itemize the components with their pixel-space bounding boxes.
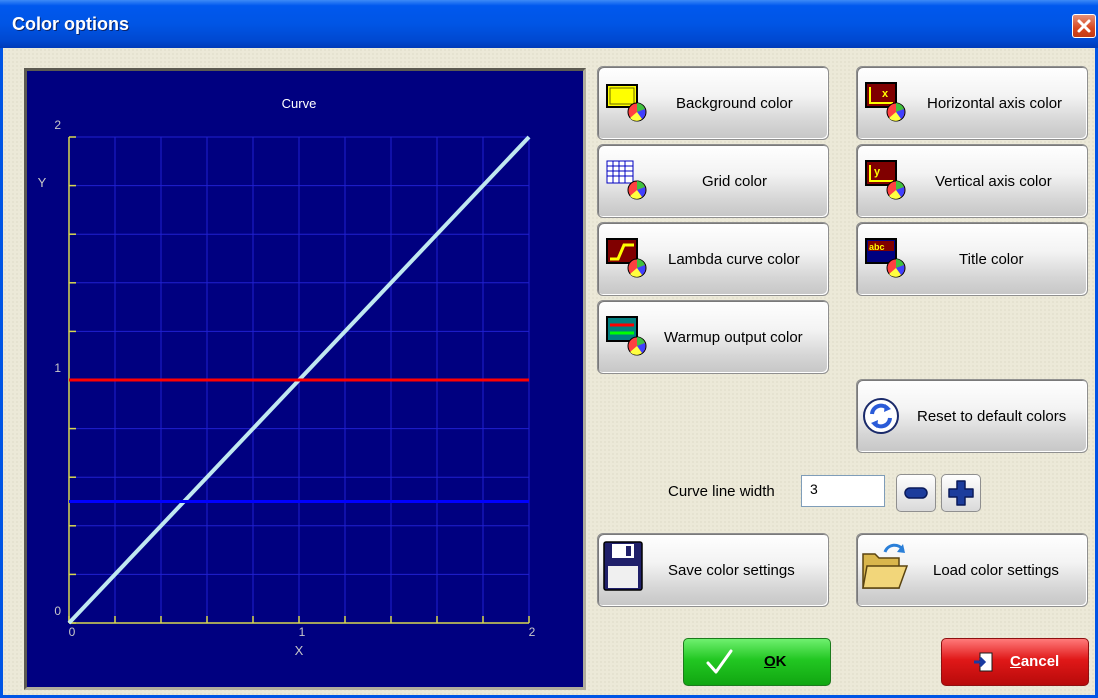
reset-default-colors-label: Reset to default colors <box>917 407 1067 425</box>
background-color-icon <box>606 84 647 122</box>
open-folder-icon <box>862 543 909 589</box>
warmup-output-color-icon <box>606 316 647 356</box>
title-color-label: Title color <box>959 250 1024 268</box>
ok-button[interactable]: OK <box>683 638 831 686</box>
warmup-output-color-button[interactable]: Warmup output color <box>597 300 829 374</box>
ok-label: OK <box>764 653 787 670</box>
horizontal-axis-color-label: Horizontal axis color <box>927 94 1063 112</box>
curve-chart: Curve X Y 0 1 2 0 1 2 <box>38 96 536 658</box>
svg-text:y: y <box>874 166 881 178</box>
close-button[interactable] <box>1072 14 1096 38</box>
plus-icon <box>948 480 974 506</box>
minus-icon <box>904 487 928 499</box>
floppy-disk-icon <box>603 541 643 591</box>
close-icon <box>1077 19 1091 33</box>
background-color-label: Background color <box>676 94 793 112</box>
title-color-icon: abc <box>865 238 906 278</box>
grid-color-label: Grid color <box>702 172 768 190</box>
lambda-curve-color-label: Lambda curve color <box>668 250 800 268</box>
window-title: Color options <box>12 14 129 34</box>
x-tick-label: 1 <box>299 625 306 639</box>
chart-title: Curve <box>282 96 317 111</box>
y-axis-label: Y <box>38 175 47 190</box>
refresh-icon <box>863 398 899 434</box>
x-axis-label: X <box>295 643 304 658</box>
checkmark-icon <box>706 649 733 674</box>
y-tick-label: 2 <box>54 118 61 132</box>
horizontal-axis-color-icon: x <box>865 82 906 122</box>
title-bar: Color options <box>0 0 1098 48</box>
decrease-width-button[interactable] <box>896 474 936 512</box>
grid-color-icon <box>606 160 647 200</box>
warmup-output-color-label: Warmup output color <box>664 328 803 346</box>
reset-default-colors-button[interactable]: Reset to default colors <box>856 379 1088 453</box>
exit-door-icon <box>974 652 993 672</box>
load-color-settings-button[interactable]: Load color settings <box>856 533 1088 607</box>
cancel-label: Cancel <box>1010 653 1060 670</box>
y-tick-label: 0 <box>54 604 61 618</box>
horizontal-axis-color-button[interactable]: x Horizontal axis color <box>856 66 1088 140</box>
vertical-axis-color-label: Vertical axis color <box>935 172 1052 190</box>
grid-color-button[interactable]: Grid color <box>597 144 829 218</box>
curve-line-width-input[interactable]: 3 <box>801 475 885 507</box>
curve-line-width-label: Curve line width <box>668 483 775 500</box>
save-color-settings-label: Save color settings <box>668 561 795 579</box>
vertical-axis-color-button[interactable]: y Vertical axis color <box>856 144 1088 218</box>
title-color-button[interactable]: abc Title color <box>856 222 1088 296</box>
y-tick-label: 1 <box>54 361 61 375</box>
cancel-button[interactable]: Cancel <box>941 638 1089 686</box>
svg-text:abc: abc <box>869 242 885 252</box>
curve-preview: Curve X Y 0 1 2 0 1 2 <box>24 68 586 690</box>
background-color-button[interactable]: Background color <box>597 66 829 140</box>
increase-width-button[interactable] <box>941 474 981 512</box>
save-color-settings-button[interactable]: Save color settings <box>597 533 829 607</box>
x-tick-label: 0 <box>69 625 76 639</box>
load-color-settings-label: Load color settings <box>933 561 1059 579</box>
vertical-axis-color-icon: y <box>865 160 906 200</box>
lambda-curve-color-button[interactable]: Lambda curve color <box>597 222 829 296</box>
svg-text:x: x <box>882 88 889 100</box>
x-tick-label: 2 <box>529 625 536 639</box>
lambda-curve-color-icon <box>606 238 647 278</box>
